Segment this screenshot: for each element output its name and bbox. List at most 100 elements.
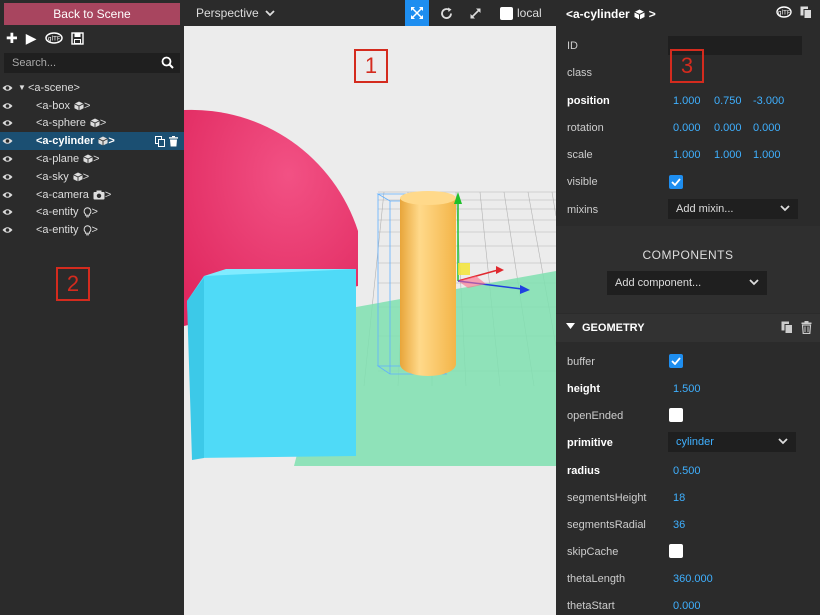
tree-item[interactable]: <a-camera >	[0, 186, 184, 204]
gltf-export-icon[interactable]: glTF	[44, 32, 63, 44]
tree-item-label: <a-sphere	[36, 117, 86, 130]
thetastart-label: thetaStart	[567, 599, 615, 612]
mixins-select[interactable]: Add mixin...	[668, 199, 798, 219]
tree-item[interactable]: <a-plane >	[0, 150, 184, 168]
openended-checkbox[interactable]	[669, 408, 683, 422]
tree-item-close-bracket: >	[82, 170, 90, 183]
scale-label: scale	[567, 148, 593, 161]
eye-icon[interactable]	[2, 208, 18, 216]
local-checkbox[interactable]	[500, 6, 513, 20]
primitive-select[interactable]: cylinder	[668, 432, 796, 452]
eye-icon[interactable]	[2, 191, 18, 199]
search-input[interactable]	[4, 53, 154, 73]
clone-icon[interactable]	[155, 135, 165, 147]
box-mesh[interactable]	[187, 269, 356, 460]
tree-item-label: <a-scene>	[28, 81, 80, 94]
cube-icon	[90, 118, 100, 129]
search-icon[interactable]	[161, 56, 174, 69]
tree-item[interactable]: <a-cylinder >	[0, 132, 184, 151]
position-row: position 1.000 0.750 -3.000	[556, 87, 820, 114]
visible-checkbox[interactable]	[669, 175, 683, 189]
segmentsradial-input[interactable]: 36	[673, 519, 685, 531]
tree-item-scene[interactable]: ▼ <a-scene>	[0, 79, 184, 97]
cube-icon	[74, 101, 84, 111]
cylinder-mesh[interactable]	[400, 198, 456, 376]
eye-icon[interactable]	[2, 155, 18, 163]
openended-label: openEnded	[567, 409, 624, 422]
tree-item-label: <a-sky	[36, 170, 69, 183]
eye-icon[interactable]	[2, 137, 18, 145]
trash-icon[interactable]	[169, 135, 178, 147]
add-component-select[interactable]: Add component...	[607, 271, 767, 295]
thetastart-input[interactable]: 0.000	[673, 600, 701, 612]
tree-item-label: <a-plane	[36, 153, 80, 166]
rotation-z-input[interactable]: 0.000	[753, 122, 781, 134]
local-toggle[interactable]: local	[500, 6, 542, 20]
segmentsheight-row: segmentsHeight 18	[556, 484, 820, 511]
viewport-toolbar: Perspective local	[184, 0, 556, 26]
mixins-row: mixins Add mixin...	[556, 196, 820, 223]
tree-item-close-bracket: >	[83, 99, 91, 112]
rotation-x-input[interactable]: 0.000	[673, 122, 701, 134]
save-icon[interactable]	[70, 31, 84, 45]
scale-tool-button[interactable]	[463, 0, 487, 26]
rotate-tool-button[interactable]	[434, 0, 458, 26]
scene-canvas[interactable]	[184, 26, 556, 615]
callout-1: 1	[354, 49, 388, 83]
copy-icon[interactable]	[800, 6, 812, 19]
scale-x-input[interactable]: 1.000	[673, 149, 701, 161]
play-icon[interactable]: ▶	[26, 31, 37, 45]
tree-item[interactable]: <a-sky >	[0, 168, 184, 186]
svg-text:glTF: glTF	[47, 36, 60, 43]
copy-icon[interactable]	[781, 321, 793, 334]
geometry-header[interactable]: GEOMETRY	[556, 314, 820, 342]
tree-item-label: <a-box	[36, 99, 70, 112]
tree-item-close-bracket: >	[108, 135, 115, 148]
position-y-input[interactable]: 0.750	[714, 95, 742, 107]
scale-y-input[interactable]: 1.000	[714, 149, 742, 161]
height-input[interactable]: 1.500	[673, 383, 701, 395]
tree-item[interactable]: <a-sphere >	[0, 115, 184, 133]
skipcache-checkbox[interactable]	[669, 544, 683, 558]
primitive-row: primitive cylinder	[556, 429, 820, 456]
height-label: height	[567, 382, 600, 395]
radius-input[interactable]: 0.500	[673, 465, 701, 477]
eye-icon[interactable]	[2, 226, 18, 234]
radius-label: radius	[567, 464, 601, 477]
eye-icon[interactable]	[2, 84, 18, 92]
tree-item[interactable]: <a-entity >	[0, 204, 184, 222]
thetastart-row: thetaStart 0.000	[556, 592, 820, 615]
checkmark-icon	[671, 357, 681, 365]
scale-z-input[interactable]: 1.000	[753, 149, 781, 161]
cube-icon	[633, 9, 645, 19]
camera-mode-select[interactable]: Perspective	[196, 6, 275, 20]
callout-2: 2	[56, 267, 90, 301]
skipcache-label: skipCache	[567, 545, 619, 558]
svg-text:glTF: glTF	[778, 10, 791, 17]
back-to-scene-button[interactable]: Back to Scene	[4, 3, 180, 25]
checkmark-icon	[671, 178, 681, 186]
components-section: COMPONENTS Add component...	[556, 226, 820, 313]
rotation-label: rotation	[567, 121, 604, 134]
chevron-down-icon	[749, 279, 759, 286]
position-z-input[interactable]: -3.000	[753, 95, 784, 107]
add-entity-icon[interactable]: ✚	[6, 31, 18, 45]
skipcache-row: skipCache	[556, 538, 820, 565]
viewport-panel[interactable]: Perspective local	[184, 0, 556, 615]
translate-tool-button[interactable]	[405, 0, 429, 26]
trash-icon[interactable]	[801, 321, 812, 334]
thetalength-input[interactable]: 360.000	[673, 573, 713, 585]
caret-down-icon[interactable]: ▼	[18, 83, 28, 92]
buffer-checkbox[interactable]	[669, 354, 683, 368]
eye-icon[interactable]	[2, 119, 18, 127]
position-x-input[interactable]: 1.000	[673, 95, 701, 107]
local-label: local	[517, 6, 542, 20]
entity-title-suffix: >	[648, 7, 656, 21]
gltf-export-icon[interactable]: glTF	[776, 6, 792, 18]
tree-item[interactable]: <a-entity >	[0, 221, 184, 239]
rotation-y-input[interactable]: 0.000	[714, 122, 742, 134]
tree-item[interactable]: <a-box >	[0, 97, 184, 115]
eye-icon[interactable]	[2, 173, 18, 181]
segmentsheight-input[interactable]: 18	[673, 492, 685, 504]
eye-icon[interactable]	[2, 102, 18, 110]
